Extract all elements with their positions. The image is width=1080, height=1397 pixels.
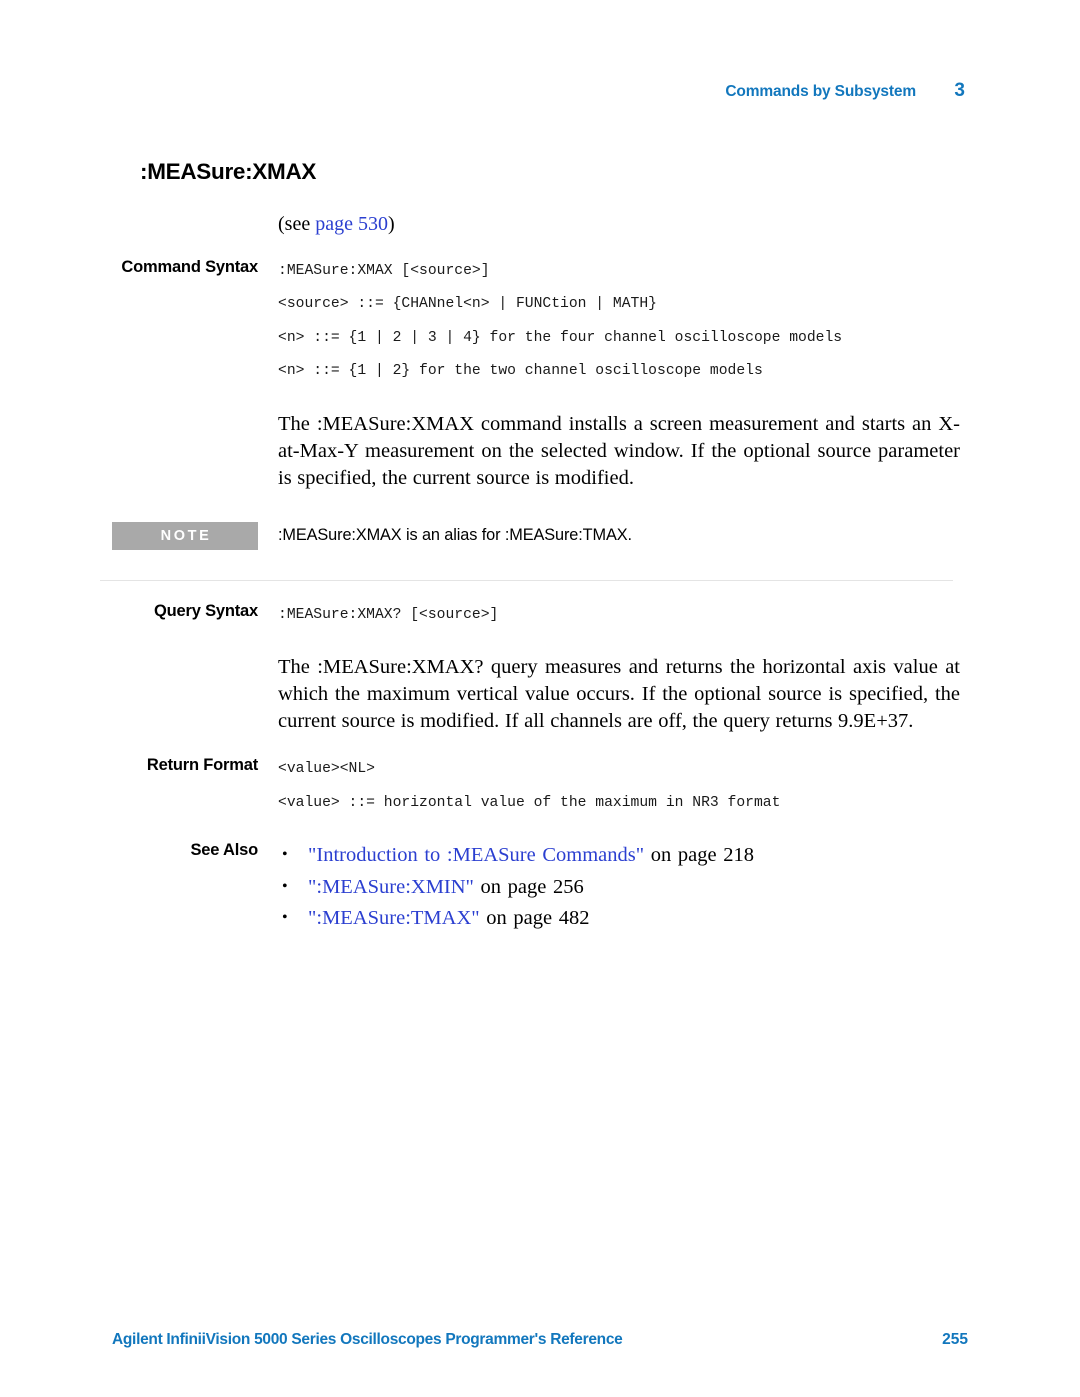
see-also-page: on page 482 [479,907,590,930]
query-syntax-code: :MEASure:XMAX? [<source>] [278,599,960,633]
footer-page-number: 255 [942,1331,968,1348]
command-description-section: The :MEASure:XMAX command installs a scr… [112,407,960,492]
see-also-page: on page 256 [473,875,584,898]
query-syntax-label: Query Syntax [154,601,258,620]
see-also-label: See Also [190,841,259,860]
spacer-label [112,407,258,409]
query-description-body: The :MEASure:XMAX? query measures and re… [278,650,960,735]
note-badge: NOTE [112,521,258,550]
code-line: <n> ::= {1 | 2 | 3 | 4} for the four cha… [278,329,843,346]
see-also-page: on page 218 [644,844,754,867]
page-header: Commands by Subsystem 3 [100,80,965,102]
page-footer: Agilent InfiniiVision 5000 Series Oscill… [112,1331,968,1349]
code-line: <source> ::= {CHANnel<n> | FUNCtion | MA… [278,296,657,313]
note-callout: NOTE :MEASure:XMAX is an alias for :MEAS… [112,521,960,550]
command-syntax-label: Command Syntax [121,257,258,276]
code-line: <n> ::= {1 | 2} for the two channel osci… [278,363,763,380]
see-suffix: ) [387,212,395,235]
footer-title: Agilent InfiniiVision 5000 Series Oscill… [112,1331,623,1348]
code-line: <value> ::= horizontal value of the maxi… [278,794,781,811]
see-also-section: See Also "Introduction to :MEASure Comma… [112,838,960,935]
return-format-label: Return Format [146,756,258,775]
see-prefix: (see [278,212,316,235]
list-item[interactable]: ":MEASure:XMIN" on page 256 [278,871,960,904]
list-item[interactable]: "Introduction to :MEASure Commands" on p… [278,839,960,872]
section-divider [100,579,953,581]
spacer-label [112,650,258,652]
command-description-body: The :MEASure:XMAX command installs a scr… [278,407,960,492]
query-description: The :MEASure:XMAX? query measures and re… [278,656,960,733]
see-also-link[interactable]: ":MEASure:XMIN" [308,876,474,898]
note-text: :MEASure:XMAX is an alias for :MEASure:T… [278,525,632,544]
page-title: :MEASure:XMAX [140,159,317,184]
see-also-body: "Introduction to :MEASure Commands" on p… [278,838,960,935]
code-line: <value><NL> [278,761,375,778]
list-item[interactable]: ":MEASure:TMAX" on page 482 [278,902,960,935]
return-format-code: <value><NL> <value> ::= horizontal value… [278,753,960,820]
page-content: :MEASure:XMAX (see page 530) Command Syn… [100,159,960,935]
see-reference: (see page 530) [278,212,960,237]
see-also-link[interactable]: "Introduction to :MEASure Commands" [308,844,644,866]
command-description: The :MEASure:XMAX command installs a scr… [278,412,960,489]
see-also-list: "Introduction to :MEASure Commands" on p… [278,839,960,935]
see-page-link[interactable]: page 530 [315,213,388,235]
header-chapter-number: 3 [954,80,965,101]
query-description-section: The :MEASure:XMAX? query measures and re… [112,650,960,735]
code-line: :MEASure:XMAX [<source>] [278,262,490,279]
header-chapter-title: Commands by Subsystem [725,83,916,100]
query-syntax-section: Query Syntax :MEASure:XMAX? [<source>] [112,599,960,633]
see-also-link[interactable]: ":MEASure:TMAX" [308,907,480,929]
code-line: :MEASure:XMAX? [<source>] [278,606,499,623]
command-syntax-code: :MEASure:XMAX [<source>] <source> ::= {C… [278,255,960,389]
command-syntax-section: Command Syntax :MEASure:XMAX [<source>] … [112,255,960,389]
return-format-section: Return Format <value><NL> <value> ::= ho… [112,753,960,820]
